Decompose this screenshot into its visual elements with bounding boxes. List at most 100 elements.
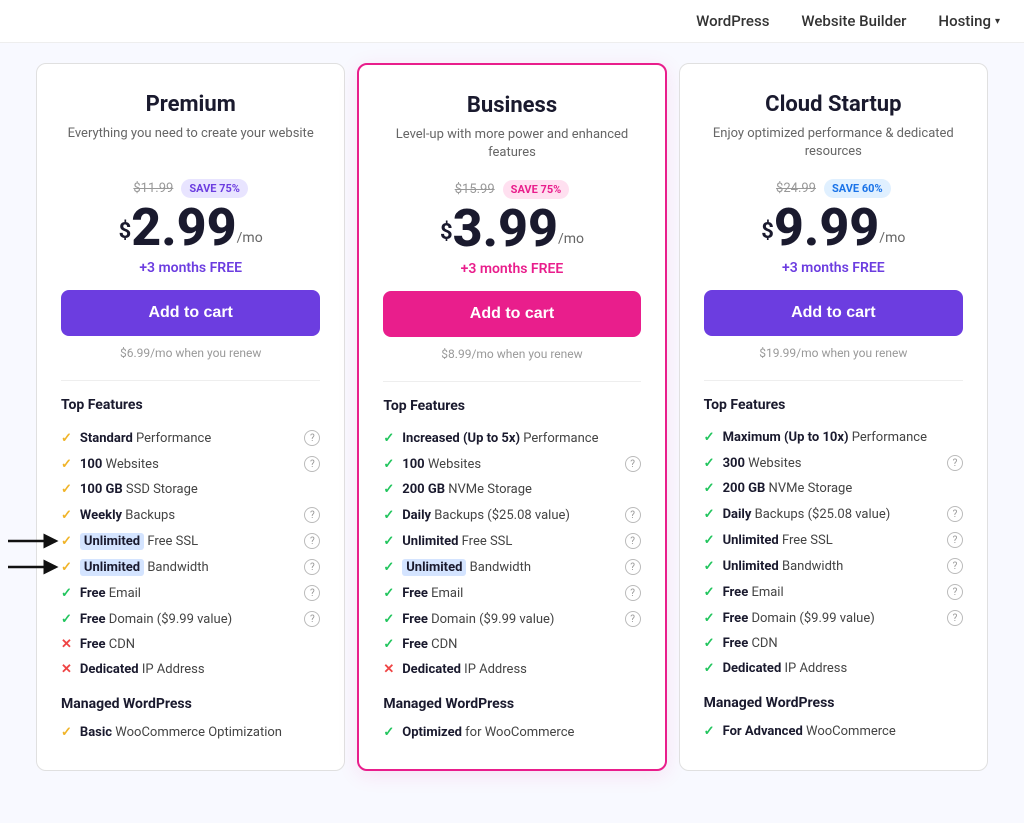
feature-left: ✓ 300 Websites	[704, 456, 802, 471]
check-icon: ✓	[61, 612, 72, 627]
feature-label: 200 GB	[402, 482, 445, 497]
nav-wordpress[interactable]: WordPress	[696, 12, 769, 30]
top-features-title: Top Features	[61, 397, 320, 413]
feature-suffix: Backups ($25.08 value)	[431, 508, 570, 523]
managed-feature-list: ✓ Basic WooCommerce Optimization	[61, 720, 320, 745]
nav-website-builder[interactable]: Website Builder	[801, 12, 906, 30]
feature-item: ✓ Unlimited Bandwidth ?	[704, 553, 963, 579]
feature-text: Free Email	[723, 585, 784, 600]
feature-item: ✓ Free CDN	[704, 631, 963, 656]
feature-text: Free Domain ($9.99 value)	[80, 612, 232, 627]
save-badge: SAVE 75%	[503, 180, 570, 199]
feature-label: Unlimited	[723, 559, 779, 574]
nav-hosting-label: Hosting	[938, 12, 991, 30]
price-dollar-sign: $	[440, 220, 453, 245]
feature-label: Unlimited	[80, 533, 144, 550]
feature-left: ✓ Standard Performance	[61, 431, 211, 446]
nav-hosting[interactable]: Hosting ▾	[938, 12, 1000, 30]
feature-text: 100 Websites	[402, 457, 481, 472]
add-to-cart-button[interactable]: Add to cart	[61, 290, 320, 336]
feature-text: Free CDN	[402, 637, 457, 652]
managed-wordpress-title: Managed WordPress	[704, 695, 963, 711]
feature-label: Dedicated	[402, 662, 461, 677]
managed-feature-list: ✓ Optimized for WooCommerce	[383, 720, 640, 745]
info-icon[interactable]: ?	[304, 559, 320, 575]
feature-item: ✓ Free CDN	[383, 632, 640, 657]
info-icon[interactable]: ?	[947, 506, 963, 522]
price-main: $ 3.99 /mo	[383, 203, 640, 255]
feature-suffix: IP Address	[781, 661, 847, 676]
price-row: $11.99 SAVE 75%	[61, 179, 320, 198]
info-icon[interactable]: ?	[304, 456, 320, 472]
months-free: +3 months FREE	[704, 260, 963, 276]
feature-label: 100	[80, 457, 102, 472]
info-icon[interactable]: ?	[947, 610, 963, 626]
add-to-cart-button[interactable]: Add to cart	[383, 291, 640, 337]
feature-suffix: Email	[748, 585, 783, 600]
feature-left: ✓ Maximum (Up to 10x) Performance	[704, 430, 927, 445]
check-icon: ✓	[383, 534, 394, 549]
feature-left: ✓ Unlimited Bandwidth	[61, 560, 209, 575]
feature-text: Free Domain ($9.99 value)	[402, 612, 554, 627]
add-to-cart-button[interactable]: Add to cart	[704, 290, 963, 336]
feature-label: Daily	[402, 508, 431, 523]
info-icon[interactable]: ?	[625, 559, 641, 575]
info-icon[interactable]: ?	[304, 533, 320, 549]
feature-left: ✓ 100 GB SSD Storage	[61, 482, 198, 497]
feature-left: ✓ Free Email	[61, 586, 141, 601]
info-icon[interactable]: ?	[947, 584, 963, 600]
info-icon[interactable]: ?	[625, 456, 641, 472]
feature-suffix: Performance	[133, 431, 211, 446]
info-icon[interactable]: ?	[625, 585, 641, 601]
feature-item: ✓ Unlimited Free SSL ?	[61, 528, 320, 554]
managed-feature-item: ✓ For Advanced WooCommerce	[704, 719, 963, 744]
plan-name: Premium	[61, 92, 320, 117]
managed-feature-list: ✓ For Advanced WooCommerce	[704, 719, 963, 744]
feature-text: Unlimited Free SSL	[402, 534, 512, 549]
info-icon[interactable]: ?	[625, 533, 641, 549]
price-main: $ 9.99 /mo	[704, 202, 963, 254]
feature-text: Unlimited Free SSL	[723, 533, 833, 548]
check-icon: ✓	[383, 482, 394, 497]
feature-suffix: Email	[428, 586, 463, 601]
managed-feature-text: Optimized for WooCommerce	[402, 725, 574, 740]
feature-label: Free	[402, 637, 428, 652]
info-icon[interactable]: ?	[947, 532, 963, 548]
check-icon: ✓	[704, 724, 715, 739]
info-icon[interactable]: ?	[304, 611, 320, 627]
check-icon: ✓	[383, 431, 394, 446]
save-badge: SAVE 75%	[181, 179, 248, 198]
feature-text: Free CDN	[80, 637, 135, 652]
check-icon: ✓	[704, 559, 715, 574]
top-nav: WordPress Website Builder Hosting ▾	[0, 0, 1024, 43]
feature-item: ✓ 100 Websites ?	[383, 451, 640, 477]
feature-text: Dedicated IP Address	[80, 662, 205, 677]
feature-label: Unlimited	[80, 559, 144, 576]
info-icon[interactable]: ?	[947, 455, 963, 471]
check-icon: ✓	[704, 456, 715, 471]
top-features-title: Top Features	[383, 398, 640, 414]
feature-text: Unlimited Free SSL	[80, 534, 198, 549]
info-icon[interactable]: ?	[304, 585, 320, 601]
info-icon[interactable]: ?	[947, 558, 963, 574]
plan-description: Everything you need to create your websi…	[61, 125, 320, 161]
feature-text: 100 Websites	[80, 457, 159, 472]
feature-text: Daily Backups ($25.08 value)	[402, 508, 570, 523]
feature-left: ✓ Basic WooCommerce Optimization	[61, 725, 282, 740]
check-icon: ✓	[704, 430, 715, 445]
info-icon[interactable]: ?	[304, 430, 320, 446]
feature-item: ✓ Free Email ?	[383, 580, 640, 606]
feature-left: ✓ Unlimited Free SSL	[704, 533, 833, 548]
info-icon[interactable]: ?	[625, 611, 641, 627]
pricing-grid: Premium Everything you need to create yo…	[30, 63, 994, 771]
feature-item: ✕ Dedicated IP Address	[383, 657, 640, 682]
feature-label: Daily	[723, 507, 752, 522]
feature-text: 200 GB NVMe Storage	[402, 482, 532, 497]
price-row: $24.99 SAVE 60%	[704, 179, 963, 198]
feature-item: ✓ Unlimited Free SSL ?	[383, 528, 640, 554]
feature-item: ✓ Unlimited Bandwidth ?	[383, 554, 640, 580]
info-icon[interactable]: ?	[625, 507, 641, 523]
feature-text: Maximum (Up to 10x) Performance	[723, 430, 927, 445]
feature-suffix: Domain ($9.99 value)	[748, 611, 875, 626]
info-icon[interactable]: ?	[304, 507, 320, 523]
